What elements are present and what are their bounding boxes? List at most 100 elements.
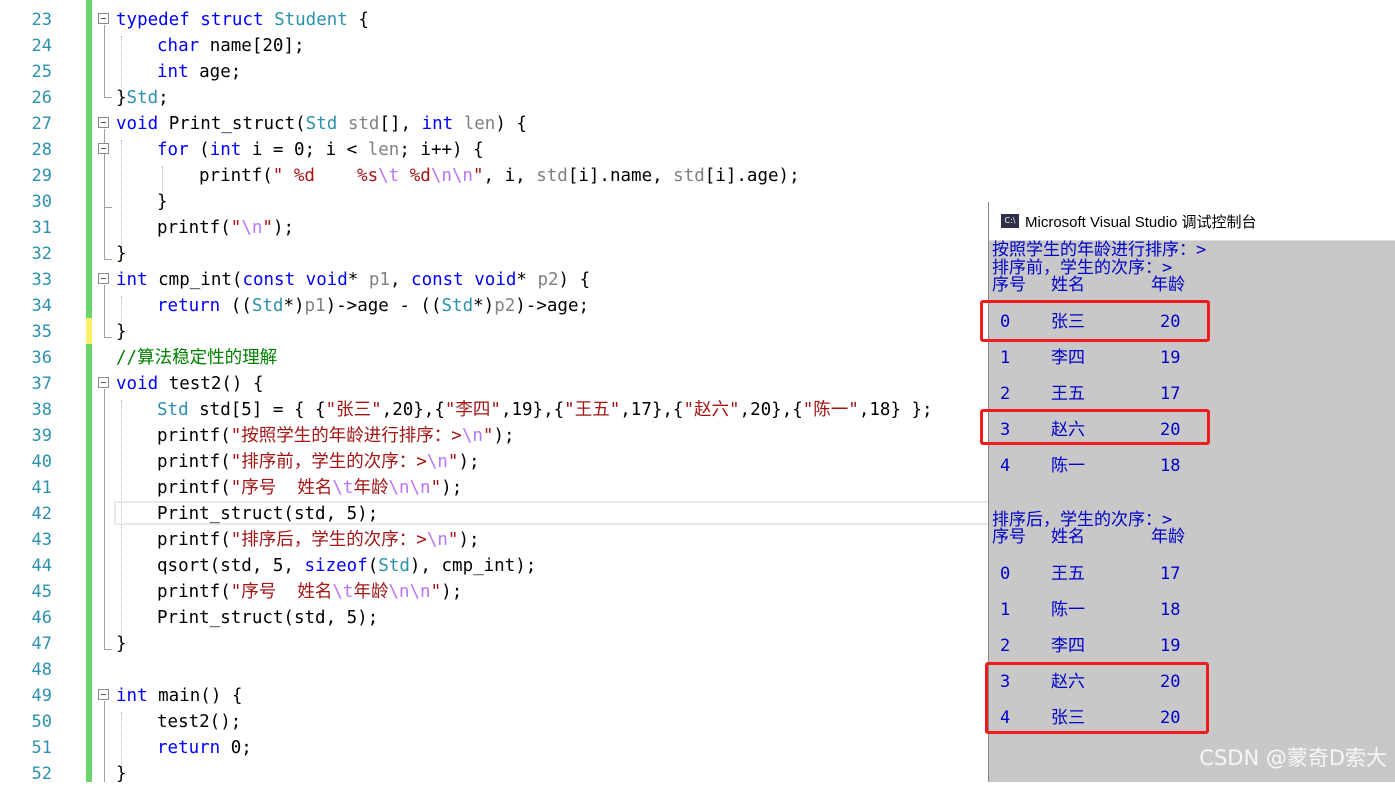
code-text: , i, — [483, 166, 537, 186]
line-number: 49 — [31, 686, 52, 706]
code-text: Print_struct(std, 5); — [157, 504, 379, 524]
code-line-34[interactable]: return ((Std*)p1)->age - ((Std*)p2)->age… — [157, 293, 589, 319]
string-literal: "排序前，学生的次序：> — [230, 452, 427, 472]
code-text: [i].name, — [567, 166, 674, 186]
code-line-33[interactable]: int cmp_int(const void* p1, const void* … — [116, 267, 590, 293]
code-text: *) — [473, 296, 495, 316]
string-literal: "序号 姓名 — [230, 478, 333, 498]
line-number: 50 — [31, 712, 52, 732]
code-line-50[interactable]: test2(); — [157, 709, 241, 735]
indent-guide — [121, 36, 122, 88]
escape-sequence: \t — [332, 582, 354, 602]
line-number: 29 — [31, 166, 52, 186]
fold-line — [104, 701, 105, 782]
string-literal: "赵六" — [683, 400, 740, 420]
line-number: 33 — [31, 270, 52, 290]
code-line-25[interactable]: int age; — [157, 59, 241, 85]
code-text: 0; — [220, 738, 252, 758]
console-row: 1 李四 19 — [989, 348, 1289, 368]
row-age: 19 — [1160, 636, 1181, 656]
code-text: ,18} }; — [858, 400, 933, 420]
line-number: 43 — [31, 530, 52, 550]
code-line-40[interactable]: printf("排序前，学生的次序：>\n"); — [157, 449, 480, 475]
string-literal: " %d %s — [272, 166, 379, 186]
keyword: typedef struct — [116, 10, 264, 30]
code-text: test2(); — [157, 712, 242, 732]
code-line-45[interactable]: printf("序号 姓名\t年龄\n\n"); — [157, 579, 462, 605]
code-line-28[interactable]: for (int i = 0; i < len; i++) { — [157, 137, 484, 163]
line-number: 38 — [31, 400, 52, 420]
code-text: )->age; — [515, 296, 590, 316]
line-number: 28 — [31, 140, 52, 160]
code-text: } — [116, 244, 127, 264]
fold-line — [104, 285, 105, 337]
debug-console-window[interactable]: C:\ Microsoft Visual Studio 调试控制台 按照学生的年… — [980, 202, 1395, 782]
line-number: 42 — [31, 504, 52, 524]
param: std — [536, 166, 568, 186]
code-text: qsort(std, 5, — [157, 556, 305, 576]
code-line-52[interactable]: } — [116, 761, 127, 787]
string-literal: "张三" — [325, 400, 382, 420]
fold-line — [104, 389, 105, 649]
type-name: Std — [305, 114, 338, 134]
code-line-42[interactable]: Print_struct(std, 5); — [157, 501, 378, 527]
code-text: cmp_int( — [147, 270, 243, 290]
code-text: ,20},{ — [739, 400, 803, 420]
code-line-29[interactable]: printf(" %d %s\t %d\n\n", i, std[i].name… — [199, 163, 800, 189]
code-line-24[interactable]: char name[20]; — [157, 33, 305, 59]
keyword: int — [209, 140, 242, 160]
fold-toggle[interactable] — [98, 143, 109, 154]
col-name-header: 姓名 — [1051, 527, 1085, 547]
keyword: for — [157, 140, 189, 160]
fold-end — [104, 337, 112, 338]
code-line-27[interactable]: void Print_struct(Std std[], int len) { — [116, 111, 527, 137]
string-literal: "李四" — [444, 400, 501, 420]
line-number: 52 — [31, 764, 52, 784]
code-line-32[interactable]: } — [116, 241, 127, 267]
code-line-37[interactable]: void test2() { — [116, 371, 264, 397]
code-line-38[interactable]: Std std[5] = { {"张三",20},{"李四",19},{"王五"… — [157, 397, 933, 423]
type-name: Std — [126, 88, 159, 108]
keyword: int — [421, 114, 454, 134]
code-line-36-comment[interactable]: //算法稳定性的理解 — [116, 345, 277, 371]
change-indicator — [86, 344, 92, 782]
line-number: 25 — [31, 62, 52, 82]
line-number: 46 — [31, 608, 52, 628]
code-text: (( — [220, 296, 252, 316]
code-text: } — [116, 634, 127, 654]
keyword: int — [116, 686, 148, 706]
code-line-31[interactable]: printf("\n"); — [157, 215, 294, 241]
line-number: 39 — [31, 426, 52, 446]
code-line-51[interactable]: return 0; — [157, 735, 252, 761]
line-number: 35 — [31, 322, 52, 342]
code-line-44[interactable]: qsort(std, 5, sizeof(Std), cmp_int); — [157, 553, 536, 579]
code-text: printf( — [157, 478, 231, 498]
fold-toggle[interactable] — [98, 689, 109, 700]
code-text: } — [116, 764, 127, 784]
highlight-box-before-zhaoliu — [980, 409, 1210, 445]
code-line-43[interactable]: printf("排序后，学生的次序：>\n"); — [157, 527, 480, 553]
code-text: , — [389, 270, 412, 290]
string-literal: 年龄 — [353, 478, 389, 498]
code-line-46[interactable]: Print_struct(std, 5); — [157, 605, 378, 631]
code-line-30[interactable]: } — [157, 189, 168, 215]
fold-toggle[interactable] — [98, 13, 109, 24]
console-titlebar[interactable]: C:\ Microsoft Visual Studio 调试控制台 — [989, 202, 1395, 241]
fold-toggle[interactable] — [98, 273, 109, 284]
fold-toggle[interactable] — [98, 117, 109, 128]
param: std — [673, 166, 705, 186]
line-number: 27 — [31, 114, 52, 134]
code-text: ( — [367, 556, 379, 576]
code-line-49[interactable]: int main() { — [116, 683, 242, 709]
code-text: ); — [458, 530, 480, 550]
code-line-39[interactable]: printf("按照学生的年龄进行排序：>\n"); — [157, 423, 515, 449]
code-line-41[interactable]: printf("序号 姓名\t年龄\n\n"); — [157, 475, 462, 501]
code-line-26[interactable]: }Std; — [116, 85, 169, 111]
keyword: int — [157, 62, 189, 82]
code-line-47[interactable]: } — [116, 631, 127, 657]
param: p1 — [368, 270, 390, 290]
code-line-35[interactable]: } — [116, 319, 127, 345]
code-line-23[interactable]: typedef struct Student { — [116, 7, 369, 33]
fold-toggle[interactable] — [98, 377, 109, 388]
code-text: printf( — [157, 218, 231, 238]
